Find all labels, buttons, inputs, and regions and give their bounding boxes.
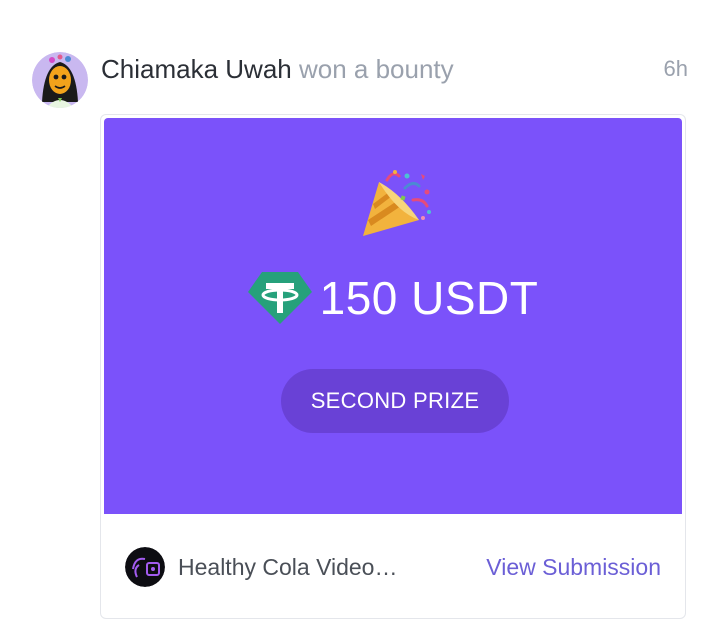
timestamp: 6h: [663, 56, 688, 81]
prize-amount: 150 USDT: [319, 272, 539, 324]
submission-row: Healthy Cola Video… View Submission: [101, 515, 685, 618]
view-submission-link[interactable]: View Submission: [486, 551, 661, 583]
submission-thumbnail[interactable]: [125, 547, 165, 587]
activity-action: won a bounty: [298, 54, 454, 84]
prize-amount-row: 150 USDT: [104, 270, 682, 326]
bounty-feed-item: Chiamaka Uwah won a bounty 6h 150 USDT S…: [0, 0, 720, 625]
user-avatar[interactable]: [32, 52, 88, 108]
tether-usdt-icon: [247, 270, 312, 326]
party-popper-icon: [357, 168, 433, 244]
bounty-win-card: 150 USDT SECOND PRIZE Healthy Cola Video…: [100, 114, 686, 619]
activity-header: Chiamaka Uwah won a bounty: [101, 52, 454, 86]
user-avatar-illustration: [32, 52, 88, 108]
prize-panel: 150 USDT SECOND PRIZE: [104, 118, 682, 514]
user-name[interactable]: Chiamaka Uwah: [101, 54, 292, 84]
prize-rank-badge: SECOND PRIZE: [281, 369, 509, 433]
submission-title[interactable]: Healthy Cola Video…: [178, 551, 397, 583]
